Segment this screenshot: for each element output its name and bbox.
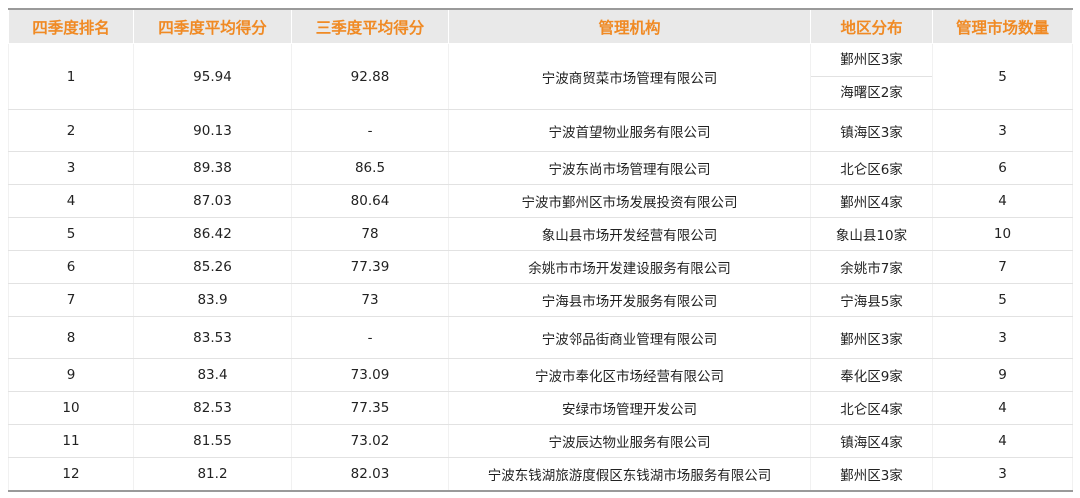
table-row: 1 95.94 92.88 宁波商贸菜市场管理有限公司 鄞州区3家 海曙区2家 5 xyxy=(8,43,1073,110)
header-market-count: 管理市场数量 xyxy=(932,8,1073,44)
market-count-cell: 3 xyxy=(932,457,1073,492)
header-avg-score-q4: 四季度平均得分 xyxy=(133,8,292,44)
header-management-org: 管理机构 xyxy=(448,8,811,44)
q3-score-cell: 82.03 xyxy=(291,457,449,492)
region-cell: 象山县10家 xyxy=(810,217,933,251)
market-count-cell: 7 xyxy=(932,250,1073,284)
rank-cell: 7 xyxy=(8,283,134,317)
market-count-cell: 9 xyxy=(932,358,1073,392)
q4-score-cell: 82.53 xyxy=(133,391,292,425)
table-row: 6 85.26 77.39 余姚市市场开发建设服务有限公司 余姚市7家 7 xyxy=(8,250,1073,284)
q4-score-cell: 85.26 xyxy=(133,250,292,284)
q4-score-cell: 90.13 xyxy=(133,109,292,152)
org-cell: 宁波首望物业服务有限公司 xyxy=(448,109,811,152)
table-row: 12 81.2 82.03 宁波东钱湖旅游度假区东钱湖市场服务有限公司 鄞州区3家 3 xyxy=(8,457,1073,492)
q3-score-cell: 80.64 xyxy=(291,184,449,218)
table-row: 4 87.03 80.64 宁波市鄞州区市场发展投资有限公司 鄞州区4家 4 xyxy=(8,184,1073,218)
q4-score-cell: 95.94 xyxy=(133,43,292,110)
q3-score-cell: 77.35 xyxy=(291,391,449,425)
table-row: 9 83.4 73.09 宁波市奉化区市场经营有限公司 奉化区9家 9 xyxy=(8,358,1073,392)
region-cell: 鄞州区4家 xyxy=(810,184,933,218)
market-count-cell: 3 xyxy=(932,109,1073,152)
region-cell: 鄞州区3家 xyxy=(810,316,933,359)
table-row: 10 82.53 77.35 安绿市场管理开发公司 北仑区4家 4 xyxy=(8,391,1073,425)
region-sub-item: 鄞州区3家 xyxy=(840,52,903,68)
org-cell: 宁波市奉化区市场经营有限公司 xyxy=(448,358,811,392)
rank-cell: 1 xyxy=(8,43,134,110)
q4-score-cell: 89.38 xyxy=(133,151,292,185)
region-cell: 宁海县5家 xyxy=(810,283,933,317)
region-cell: 鄞州区3家海曙区2家 xyxy=(810,43,933,110)
rank-cell: 2 xyxy=(8,109,134,152)
rank-cell: 12 xyxy=(8,457,134,492)
table-header: 四季度排名 四季度平均得分 三季度平均得分 管理机构 地区分布 管理市场数量 xyxy=(8,8,1073,44)
org-cell: 余姚市市场开发建设服务有限公司 xyxy=(448,250,811,284)
market-count-cell: 3 xyxy=(932,316,1073,359)
table-row: 3 89.38 86.5 宁波东尚市场管理有限公司 北仑区6家 6 xyxy=(8,151,1073,185)
header-rank-q4: 四季度排名 xyxy=(8,8,134,44)
q3-score-cell: 86.5 xyxy=(291,151,449,185)
rank-cell: 10 xyxy=(8,391,134,425)
table-row: 11 81.55 73.02 宁波辰达物业服务有限公司 镇海区4家 4 xyxy=(8,424,1073,458)
org-cell: 宁海县市场开发服务有限公司 xyxy=(448,283,811,317)
market-count-cell: 5 xyxy=(932,43,1073,110)
q3-score-cell: 73.02 xyxy=(291,424,449,458)
rank-cell: 3 xyxy=(8,151,134,185)
q3-score-cell: - xyxy=(291,109,449,152)
rank-cell: 6 xyxy=(8,250,134,284)
region-cell: 北仑区6家 xyxy=(810,151,933,185)
q3-score-cell: - xyxy=(291,316,449,359)
header-row: 四季度排名 四季度平均得分 三季度平均得分 管理机构 地区分布 管理市场数量 xyxy=(8,8,1073,44)
market-count-cell: 10 xyxy=(932,217,1073,251)
q3-score-cell: 73.09 xyxy=(291,358,449,392)
region-cell: 奉化区9家 xyxy=(810,358,933,392)
table-row: 7 83.9 73 宁海县市场开发服务有限公司 宁海县5家 5 xyxy=(8,283,1073,317)
ranking-table: 四季度排名 四季度平均得分 三季度平均得分 管理机构 地区分布 管理市场数量 1… xyxy=(8,8,1073,492)
q3-score-cell: 77.39 xyxy=(291,250,449,284)
org-cell: 宁波东钱湖旅游度假区东钱湖市场服务有限公司 xyxy=(448,457,811,492)
rank-cell: 11 xyxy=(8,424,134,458)
header-region-distribution: 地区分布 xyxy=(810,8,933,44)
org-cell: 宁波辰达物业服务有限公司 xyxy=(448,424,811,458)
q3-score-cell: 73 xyxy=(291,283,449,317)
region-cell: 鄞州区3家 xyxy=(810,457,933,492)
org-cell: 宁波商贸菜市场管理有限公司 xyxy=(448,43,811,110)
q4-score-cell: 83.4 xyxy=(133,358,292,392)
table-body: 1 95.94 92.88 宁波商贸菜市场管理有限公司 鄞州区3家 海曙区2家 5 2 90.1… xyxy=(8,43,1073,492)
market-count-cell: 4 xyxy=(932,424,1073,458)
rank-cell: 8 xyxy=(8,316,134,359)
market-count-cell: 6 xyxy=(932,151,1073,185)
header-avg-score-q3: 三季度平均得分 xyxy=(291,8,449,44)
q3-score-cell: 92.88 xyxy=(291,43,449,110)
region-sub-item: 海曙区2家 xyxy=(811,76,932,109)
org-cell: 安绿市场管理开发公司 xyxy=(448,391,811,425)
market-count-cell: 4 xyxy=(932,391,1073,425)
ranking-table-container: 四季度排名 四季度平均得分 三季度平均得分 管理机构 地区分布 管理市场数量 1… xyxy=(8,8,1073,492)
org-cell: 宁波邻品街商业管理有限公司 xyxy=(448,316,811,359)
org-cell: 宁波市鄞州区市场发展投资有限公司 xyxy=(448,184,811,218)
region-cell: 镇海区4家 xyxy=(810,424,933,458)
org-cell: 宁波东尚市场管理有限公司 xyxy=(448,151,811,185)
region-cell: 镇海区3家 xyxy=(810,109,933,152)
org-cell: 象山县市场开发经营有限公司 xyxy=(448,217,811,251)
table-row: 5 86.42 78 象山县市场开发经营有限公司 象山县10家 10 xyxy=(8,217,1073,251)
q4-score-cell: 86.42 xyxy=(133,217,292,251)
table-row: 8 83.53- 宁波邻品街商业管理有限公司 鄞州区3家 3 xyxy=(8,316,1073,359)
q4-score-cell: 81.55 xyxy=(133,424,292,458)
rank-cell: 4 xyxy=(8,184,134,218)
table-row: 2 90.13- 宁波首望物业服务有限公司 镇海区3家 3 xyxy=(8,109,1073,152)
q4-score-cell: 83.9 xyxy=(133,283,292,317)
q4-score-cell: 81.2 xyxy=(133,457,292,492)
market-count-cell: 4 xyxy=(932,184,1073,218)
q3-score-cell: 78 xyxy=(291,217,449,251)
region-cell: 北仑区4家 xyxy=(810,391,933,425)
market-count-cell: 5 xyxy=(932,283,1073,317)
region-cell: 余姚市7家 xyxy=(810,250,933,284)
q4-score-cell: 87.03 xyxy=(133,184,292,218)
q4-score-cell: 83.53 xyxy=(133,316,292,359)
rank-cell: 5 xyxy=(8,217,134,251)
rank-cell: 9 xyxy=(8,358,134,392)
